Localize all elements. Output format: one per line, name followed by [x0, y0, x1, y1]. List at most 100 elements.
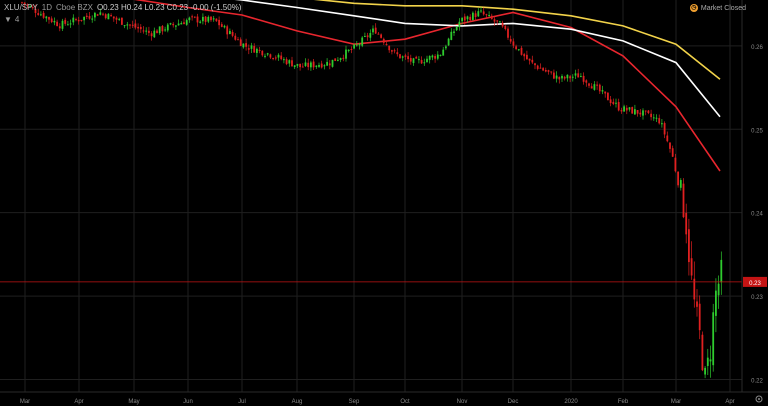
candle-body: [166, 24, 169, 31]
x-axis: Mar Apr May Jun Jul Aug Sep Oct Nov Dec 2020 Feb Mar…: [0, 391, 768, 405]
candle-body: [442, 49, 445, 56]
candle-body: [704, 367, 706, 375]
candle-body: [447, 38, 450, 46]
candle-body: [585, 80, 588, 83]
interval-label[interactable]: 1D: [42, 3, 52, 12]
candle-body: [229, 30, 231, 35]
candle-body: [571, 76, 574, 78]
candle-body: [193, 16, 196, 18]
candle-body: [671, 148, 674, 157]
candle-body: [196, 16, 199, 23]
candle-body: [250, 45, 253, 49]
candle-body: [453, 31, 455, 33]
candle-body: [650, 113, 652, 118]
candle-body: [698, 303, 701, 331]
candle-body: [490, 15, 493, 19]
candle-body: [296, 63, 299, 66]
candle-body: [663, 123, 666, 135]
chevron-down-icon: ▼: [4, 15, 12, 24]
candle-body: [56, 21, 58, 27]
candle-body: [615, 102, 617, 104]
candle-body: [380, 34, 382, 38]
last-price-line: 0.23: [0, 276, 767, 287]
candle-body: [647, 110, 650, 114]
x-tick-label: Dec: [508, 399, 519, 405]
candle-body: [385, 44, 388, 46]
x-tick-label: Mar: [20, 399, 30, 405]
candle-body: [175, 25, 177, 27]
candle-body: [237, 39, 239, 41]
candle-body: [715, 290, 717, 316]
candle-body: [553, 72, 555, 79]
candle-body: [350, 49, 353, 51]
market-status: ◷ Market Closed: [689, 4, 746, 12]
candle-body: [355, 44, 358, 46]
candle-body: [393, 50, 396, 52]
candle-body: [75, 19, 77, 21]
candle-body: [123, 25, 126, 27]
candle-body: [625, 107, 628, 111]
candle-body: [412, 58, 415, 64]
candle-body: [45, 16, 48, 19]
candle-body: [528, 58, 531, 61]
candle-body: [112, 16, 115, 19]
candle-body: [369, 33, 372, 38]
chart-stage[interactable]: 0.23 0.26 0.25 0.24 0.23 0.22 Mar Apr May Jun Ju…: [0, 0, 768, 406]
candle-body: [107, 13, 110, 20]
candle-body: [323, 65, 326, 67]
candle-body: [515, 46, 517, 50]
candle-body: [185, 20, 188, 25]
candle-body: [542, 68, 544, 71]
candle-body: [188, 17, 191, 21]
candle-body: [485, 14, 488, 16]
candle-body: [463, 16, 466, 21]
candle-body: [607, 92, 609, 101]
candle-body: [482, 11, 485, 15]
market-status-text: Market Closed: [700, 4, 746, 12]
candle-body: [496, 20, 499, 22]
candle-body: [677, 171, 679, 186]
candle-body: [285, 59, 288, 65]
candle-body: [223, 25, 226, 28]
candle-body: [304, 62, 307, 66]
candle-body: [177, 23, 180, 26]
candle-body: [717, 283, 720, 296]
candle-body: [666, 135, 669, 142]
candle-body: [110, 15, 112, 17]
candle-body: [531, 59, 534, 63]
candle-body: [696, 301, 698, 307]
candle-body: [439, 54, 442, 56]
candle-body: [582, 75, 585, 82]
candle-body: [291, 60, 293, 67]
candle-body: [377, 33, 380, 35]
candle-body: [415, 56, 418, 59]
candle-body: [312, 61, 315, 68]
gear-icon[interactable]: [754, 394, 764, 404]
candle-body: [512, 41, 515, 46]
candle-body: [326, 61, 328, 66]
candle-body: [674, 157, 677, 172]
candle-body: [596, 84, 598, 86]
price-chart[interactable]: 0.23 0.26 0.25 0.24 0.23 0.22 Mar Apr May Jun Ju…: [0, 0, 768, 406]
candle-body: [517, 49, 520, 51]
candle-body: [407, 56, 409, 60]
candle-body: [420, 59, 423, 64]
candle-body: [91, 18, 94, 20]
symbol-label[interactable]: XLU/SPY: [4, 3, 38, 12]
candle-body: [445, 46, 447, 49]
candle-body: [342, 57, 345, 59]
candle-body: [577, 73, 580, 78]
candle-body: [366, 35, 369, 38]
candlesticks: [21, 1, 723, 379]
candle-body: [172, 23, 175, 26]
candle-body: [372, 28, 374, 33]
candle-body: [299, 63, 301, 68]
indicator-collapse[interactable]: ▼ 4: [4, 15, 19, 24]
candle-body: [507, 28, 509, 38]
candle-body: [590, 86, 593, 89]
x-tick-label: Mar: [671, 399, 681, 405]
candle-body: [347, 49, 350, 52]
candle-body: [245, 43, 247, 47]
candle-body: [709, 359, 712, 362]
candle-body: [569, 76, 571, 79]
